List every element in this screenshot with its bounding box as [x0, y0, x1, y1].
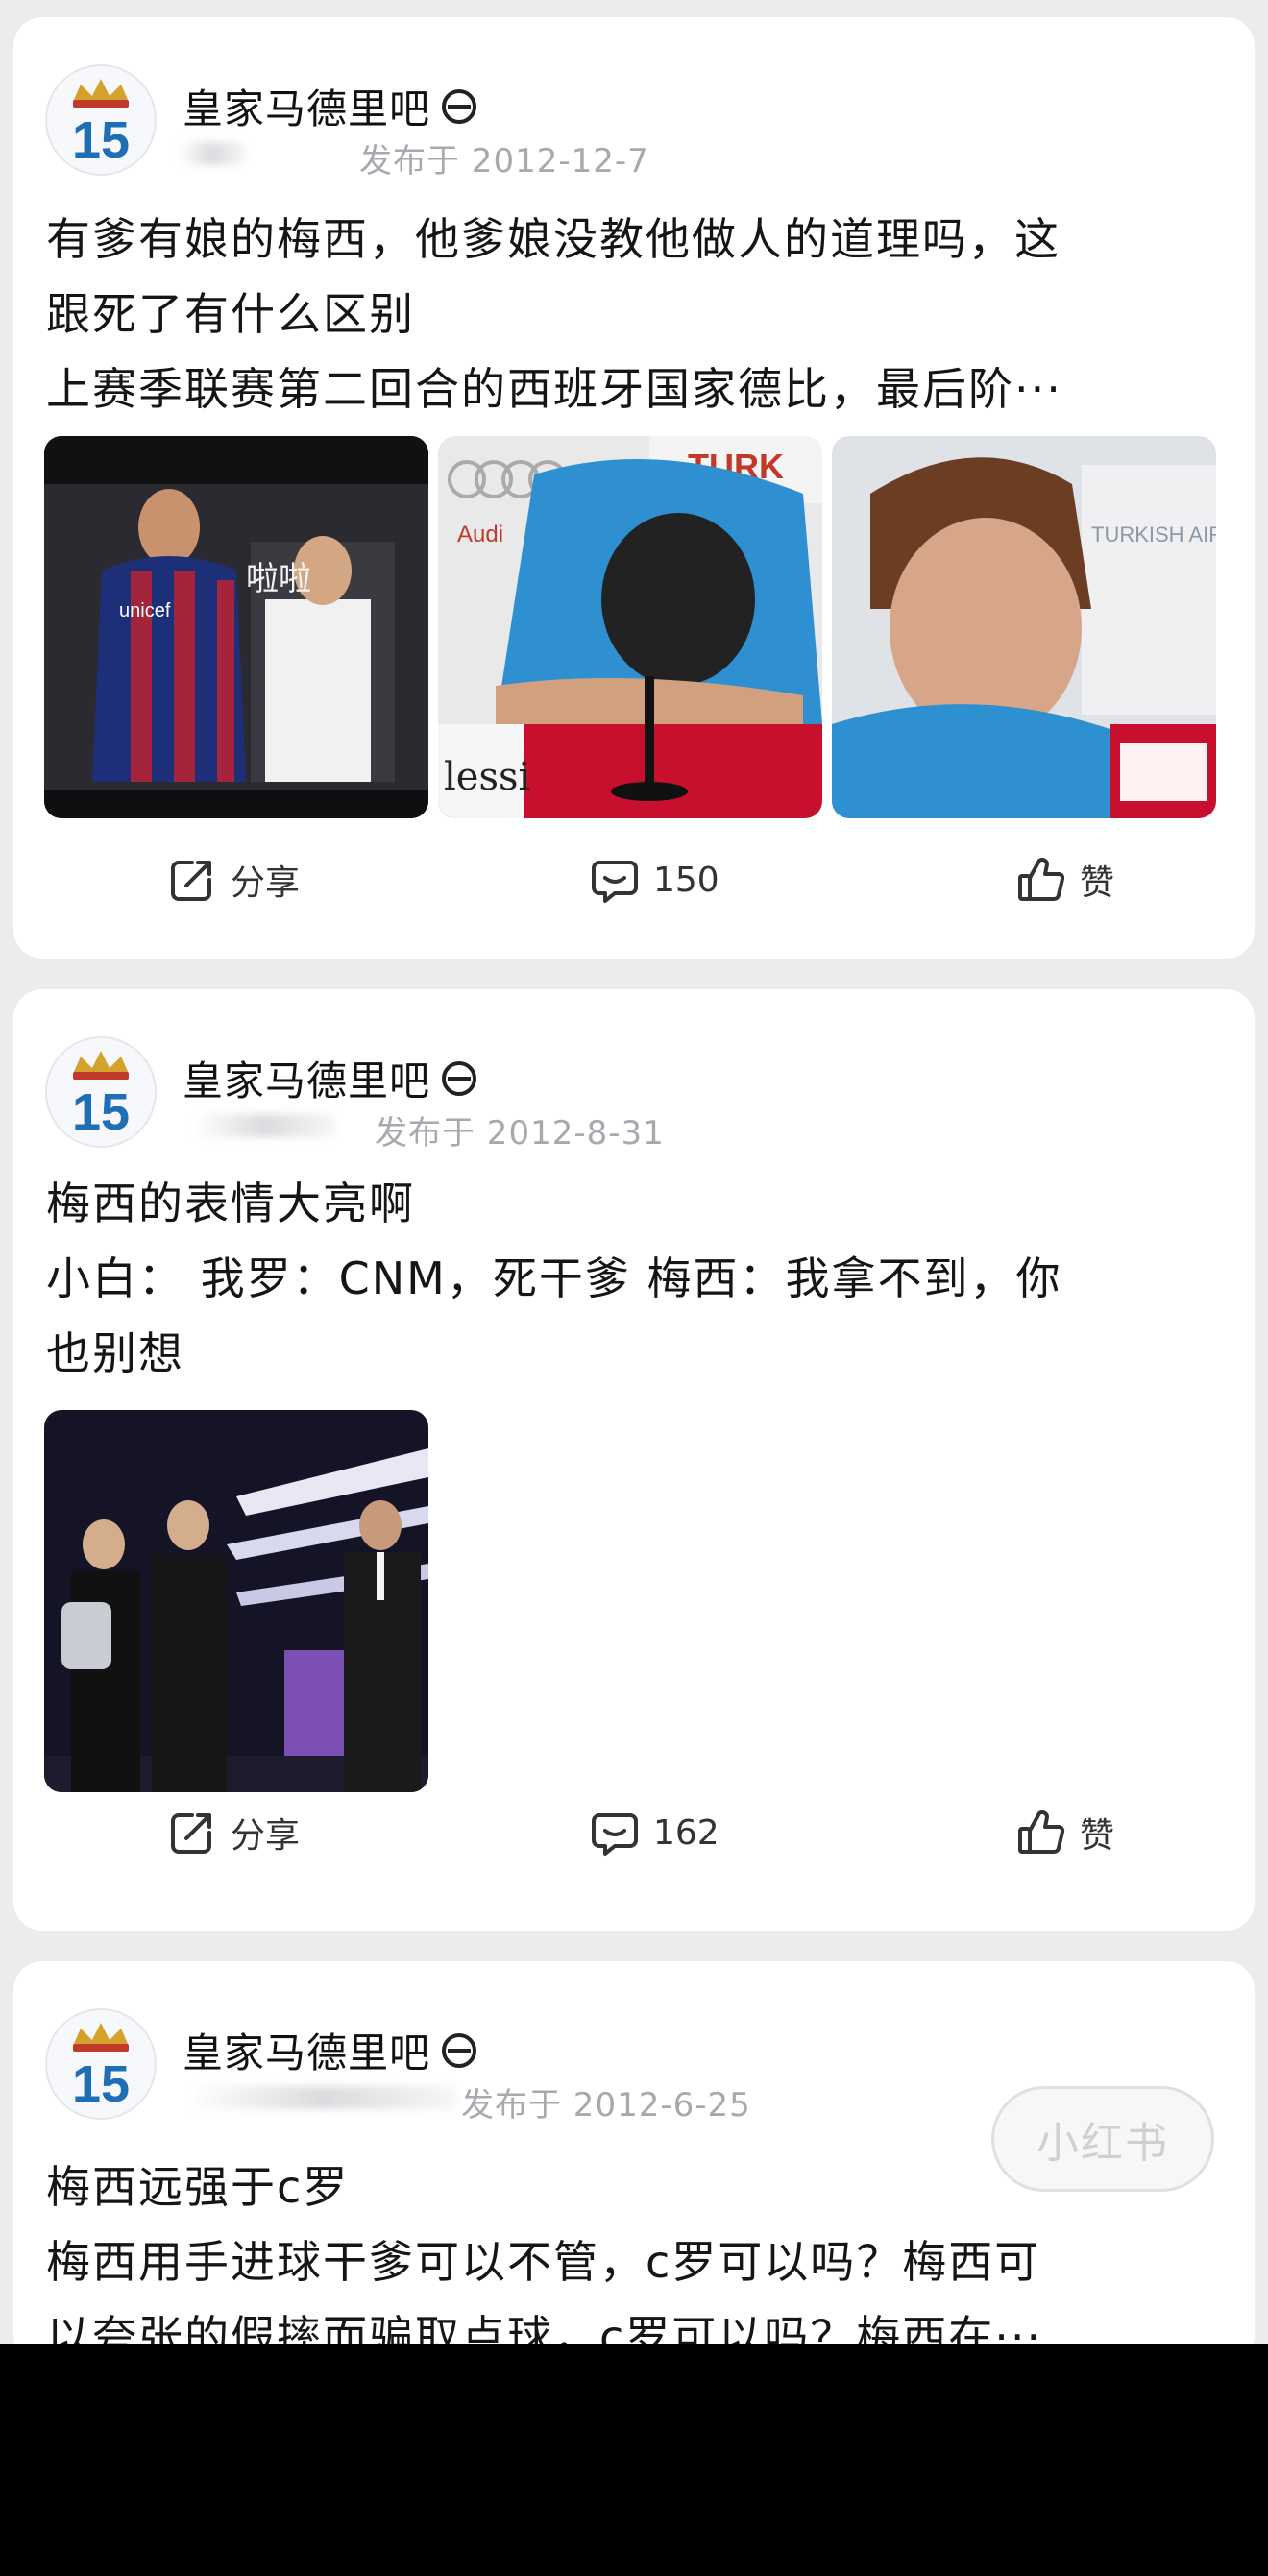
level-icon: [442, 1060, 477, 1096]
content-line: 小白： 我罗：CNM，死干爹 梅西：我拿不到，你: [46, 1252, 1062, 1304]
action-bar: 分享 150 赞: [13, 855, 1255, 922]
comment-icon: [592, 1813, 638, 1856]
svg-text:unicef: unicef: [119, 600, 171, 621]
crest-15-avatar: 15: [45, 1036, 157, 1148]
forum-avatar[interactable]: 15: [44, 2007, 158, 2121]
comment-count: 150: [653, 860, 719, 900]
comment-count: 162: [653, 1812, 719, 1853]
comment-icon: [592, 861, 638, 903]
comment-button[interactable]: 162: [590, 1808, 719, 1858]
post-image[interactable]: TURKISH AIRLINES: [832, 436, 1216, 818]
like-button[interactable]: 赞: [1016, 1808, 1114, 1858]
like-label: 赞: [1080, 1816, 1115, 1856]
post-image[interactable]: TURK Audi lessi: [438, 436, 822, 818]
share-icon: [171, 861, 211, 901]
level-icon: [442, 2032, 477, 2068]
content-line: 梅西用手进球干爹可以不管，c罗可以吗？梅西可: [46, 2236, 1041, 2288]
content-line: 上赛季联赛第二回合的西班牙国家德比，最后阶···: [46, 363, 1062, 415]
black-bottom-area: [0, 2344, 1268, 2576]
share-button[interactable]: 分享: [167, 1808, 300, 1858]
svg-text:Audi: Audi: [457, 522, 503, 547]
blurred-username: [188, 2086, 457, 2109]
svg-text:啦啦: 啦啦: [246, 560, 311, 598]
svg-text:15: 15: [72, 2055, 130, 2113]
comment-button[interactable]: 150: [590, 855, 719, 905]
forum-name[interactable]: 皇家马德里吧: [183, 2021, 478, 2079]
forum-avatar[interactable]: 15: [44, 63, 158, 177]
blurred-username: [179, 142, 246, 165]
post-date: 发布于 2012-12-7: [359, 142, 649, 181]
action-bar: 分享 162 赞: [13, 1808, 1255, 1875]
forum-name[interactable]: 皇家马德里吧: [183, 1049, 478, 1107]
feed-page: 15 皇家马德里吧 发布于 2012-12-7 有爹有娘的梅西，他爹娘没教他做人…: [0, 0, 1268, 2344]
content-line: 跟死了有什么区别: [46, 288, 415, 340]
share-label: 分享: [231, 1816, 301, 1856]
post-image[interactable]: unicef 啦啦: [44, 436, 428, 818]
like-icon: [1018, 1810, 1065, 1854]
svg-text:15: 15: [72, 111, 130, 169]
svg-text:TURKISH AIRLINES: TURKISH AIRLINES: [1091, 522, 1216, 547]
svg-text:15: 15: [72, 1083, 130, 1141]
forum-name-text: 皇家马德里吧: [183, 2029, 431, 2077]
post-date: 发布于 2012-8-31: [375, 1114, 665, 1153]
image-grid: unicef 啦啦 TURK Audi lessi TURKISH AI: [44, 436, 1216, 818]
crest-15-avatar: 15: [45, 64, 157, 176]
like-icon: [1018, 858, 1065, 901]
post-card[interactable]: 15 皇家马德里吧 发布于 2012-12-7 有爹有娘的梅西，他爹娘没教他做人…: [13, 17, 1255, 959]
forum-avatar[interactable]: 15: [44, 1035, 158, 1149]
content-line: 梅西的表情大亮啊: [46, 1178, 415, 1229]
post-content[interactable]: 梅西的表情大亮啊 小白： 我罗：CNM，死干爹 梅西：我拿不到，你 也别想: [46, 1166, 1228, 1391]
content-line: 也别想: [46, 1327, 184, 1379]
post-image[interactable]: [44, 1410, 428, 1792]
share-label: 分享: [231, 863, 301, 903]
image-grid: [44, 1410, 428, 1792]
forum-name[interactable]: 皇家马德里吧: [183, 77, 478, 135]
forum-name-text: 皇家马德里吧: [183, 85, 431, 133]
share-icon: [171, 1813, 211, 1854]
blurred-username: [192, 1114, 336, 1137]
forum-name-text: 皇家马德里吧: [183, 1057, 431, 1105]
post-date: 发布于 2012-6-25: [461, 2086, 751, 2125]
level-icon: [442, 88, 477, 124]
like-button[interactable]: 赞: [1016, 855, 1114, 905]
content-line: 有爹有娘的梅西，他爹娘没教他做人的道理吗，这: [46, 213, 1061, 265]
like-label: 赞: [1080, 863, 1115, 903]
svg-text:lessi: lessi: [444, 755, 530, 799]
post-content[interactable]: 有爹有娘的梅西，他爹娘没教他做人的道理吗，这 跟死了有什么区别 上赛季联赛第二回…: [46, 202, 1228, 426]
share-button[interactable]: 分享: [167, 855, 300, 905]
watermark-logo: 小红书: [991, 2086, 1214, 2192]
post-card[interactable]: 15 皇家马德里吧 发布于 2012-8-31 梅西的表情大亮啊 小白： 我罗：…: [13, 989, 1255, 1931]
content-line: 以夸张的假摔而骗取点球，c罗可以吗？梅西在···: [46, 2311, 1043, 2344]
crest-15-avatar: 15: [45, 2008, 157, 2120]
